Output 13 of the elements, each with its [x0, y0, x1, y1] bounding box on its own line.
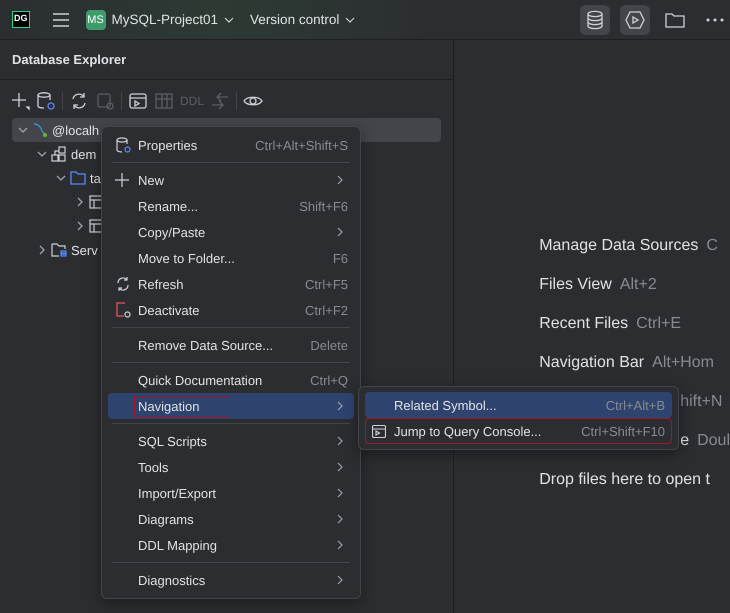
hint-text: e [680, 432, 690, 450]
hint-text: Recent Files [539, 314, 628, 332]
hint-shortcut: hift+N [680, 392, 722, 410]
hint-shortcut: Alt+2 [620, 276, 657, 294]
hint-shortcut: Alt+Hom [652, 354, 714, 372]
hint-text: Navigation Bar [539, 354, 644, 372]
hint-shortcut: Doul [697, 432, 730, 450]
hint-shortcut: Ctrl+E [636, 314, 682, 332]
hint-text: Drop files here to open t [539, 470, 710, 488]
hint-shortcut: C [706, 236, 718, 254]
panel-title: Database Explorer [12, 52, 126, 67]
hint-text: Manage Data Sources [539, 236, 698, 254]
hint-text: Files View [539, 276, 612, 294]
